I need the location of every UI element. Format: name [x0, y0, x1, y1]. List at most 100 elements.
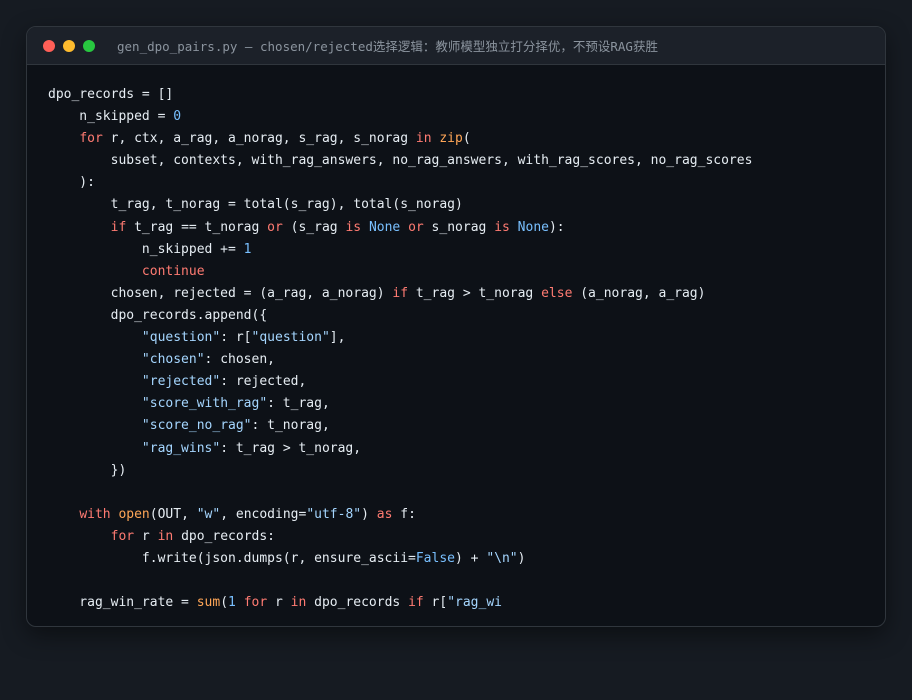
code-token: rag_win_rate =: [48, 595, 197, 611]
code-token: "\n": [486, 550, 518, 566]
code-line: subset, contexts, with_rag_answers, no_r…: [48, 150, 753, 172]
code-token: sum: [196, 595, 221, 611]
code-line: with open(OUT, "w", encoding="utf-8") as…: [48, 504, 752, 526]
code-token: else: [541, 285, 573, 301]
code-line: "chosen": chosen,: [48, 349, 752, 371]
code-line: f.write(json.dumps(r, ensure_ascii=False…: [48, 548, 752, 570]
code-token: : r[: [220, 330, 252, 346]
code-line: t_rag, t_norag = total(s_rag), total(s_n…: [48, 194, 752, 216]
code-token: : t_rag > t_norag,: [220, 440, 362, 456]
code-token: 0: [173, 109, 182, 125]
code-line: "rag_wins": t_rag > t_norag,: [48, 438, 752, 460]
window-title: gen_dpo_pairs.py — chosen/rejected选择逻辑：教…: [117, 39, 658, 54]
code-line: for r, ctx, a_rag, a_norag, s_rag, s_nor…: [48, 128, 752, 150]
code-token: (: [462, 131, 471, 147]
code-token: in: [290, 595, 307, 611]
code-block[interactable]: dpo_records = [] n_skipped = 0 for r, ct…: [48, 84, 752, 614]
code-line: dpo_records = []: [48, 84, 752, 106]
code-line: "score_no_rag": t_norag,: [48, 415, 752, 437]
code-token: is: [345, 219, 362, 235]
code-token: dpo_records: [306, 595, 409, 611]
code-token: n_skipped =: [48, 109, 174, 125]
code-token: None: [517, 219, 549, 235]
code-token: zip: [439, 131, 463, 147]
code-token: if: [408, 595, 424, 611]
code-token: or: [408, 219, 424, 235]
code-token: as: [376, 506, 393, 522]
code-token: f:: [392, 506, 416, 522]
code-token: f.write(json.dumps(r, ensure_ascii=: [48, 550, 416, 566]
code-token: "question": [141, 330, 221, 346]
code-line: "question": r["question"],: [48, 327, 752, 349]
code-line: n_skipped += 1: [48, 239, 752, 261]
code-token: : chosen,: [204, 352, 275, 368]
code-token: if: [110, 219, 127, 235]
code-token: ):: [548, 219, 565, 235]
code-line: "rejected": rejected,: [48, 371, 752, 393]
code-token: in: [157, 528, 174, 544]
code-token: if: [392, 285, 409, 301]
code-token: t_rag, t_norag = total(s_rag), total(s_n…: [48, 197, 463, 213]
code-token: "rejected": [141, 374, 221, 390]
code-line: }): [48, 460, 752, 482]
code-token: r, ctx, a_rag, a_norag, s_rag, s_norag: [102, 131, 416, 147]
title-bar: gen_dpo_pairs.py — chosen/rejected选择逻辑：教…: [27, 27, 885, 65]
code-token: continue: [141, 263, 205, 279]
code-token: "chosen": [141, 352, 205, 368]
code-token: ): [361, 506, 377, 522]
code-token: "rag_wi: [447, 595, 502, 611]
minimize-button[interactable]: [63, 39, 75, 52]
code-token: r: [267, 595, 291, 611]
code-token: "w": [196, 506, 221, 522]
code-token: 1: [228, 595, 236, 611]
code-token: (s_rag: [282, 219, 346, 235]
close-button[interactable]: [43, 39, 55, 52]
code-token: : t_rag,: [267, 396, 330, 412]
code-line: "score_with_rag": t_rag,: [48, 393, 752, 415]
code-token: n_skipped +=: [48, 241, 244, 257]
code-token: t_rag > t_norag: [408, 285, 542, 301]
code-token: ):: [48, 175, 95, 191]
code-token: False: [415, 550, 455, 566]
code-line: n_skipped = 0: [48, 106, 752, 128]
code-token: }): [48, 462, 127, 478]
maximize-button[interactable]: [83, 39, 95, 52]
code-token: open: [118, 506, 150, 522]
code-token: or: [267, 219, 283, 235]
code-token: (OUT,: [149, 506, 197, 522]
code-token: subset, contexts, with_rag_answers, no_r…: [48, 153, 753, 169]
code-line: for r in dpo_records:: [48, 526, 752, 548]
code-token: with: [79, 506, 111, 522]
code-token: "score_no_rag": [141, 418, 252, 434]
code-token: : rejected,: [220, 374, 307, 390]
code-token: "rag_wins": [141, 440, 221, 456]
code-token: r: [134, 528, 158, 544]
editor-window: gen_dpo_pairs.py — chosen/rejected选择逻辑：教…: [26, 26, 886, 627]
code-token: for: [110, 528, 135, 544]
code-token: ): [517, 550, 526, 566]
code-token: dpo_records.append({: [48, 307, 268, 323]
code-token: is: [494, 219, 510, 235]
code-token: s_norag: [423, 219, 495, 235]
code-token: "utf-8": [306, 506, 362, 522]
code-token: for: [243, 595, 268, 611]
code-line: rag_win_rate = sum(1 for r in dpo_record…: [48, 592, 752, 614]
code-token: ],: [329, 330, 346, 346]
code-token: : t_norag,: [251, 418, 330, 434]
code-token: , encoding=: [220, 506, 307, 522]
code-line: continue: [48, 261, 752, 283]
code-line: if t_rag == t_norag or (s_rag is None or…: [48, 217, 752, 239]
code-token: dpo_records = []: [48, 87, 174, 102]
